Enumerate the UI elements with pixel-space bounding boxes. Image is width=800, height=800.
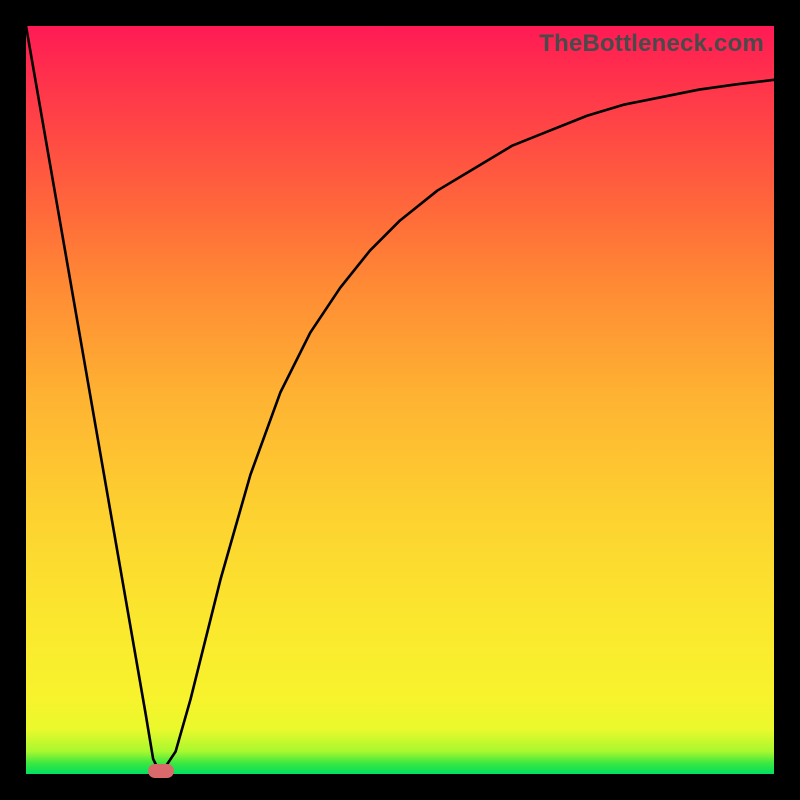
chart-frame: TheBottleneck.com (0, 0, 800, 800)
chart-plot-area: TheBottleneck.com (26, 26, 774, 774)
valley-marker (148, 764, 174, 778)
bottleneck-curve (26, 26, 774, 774)
